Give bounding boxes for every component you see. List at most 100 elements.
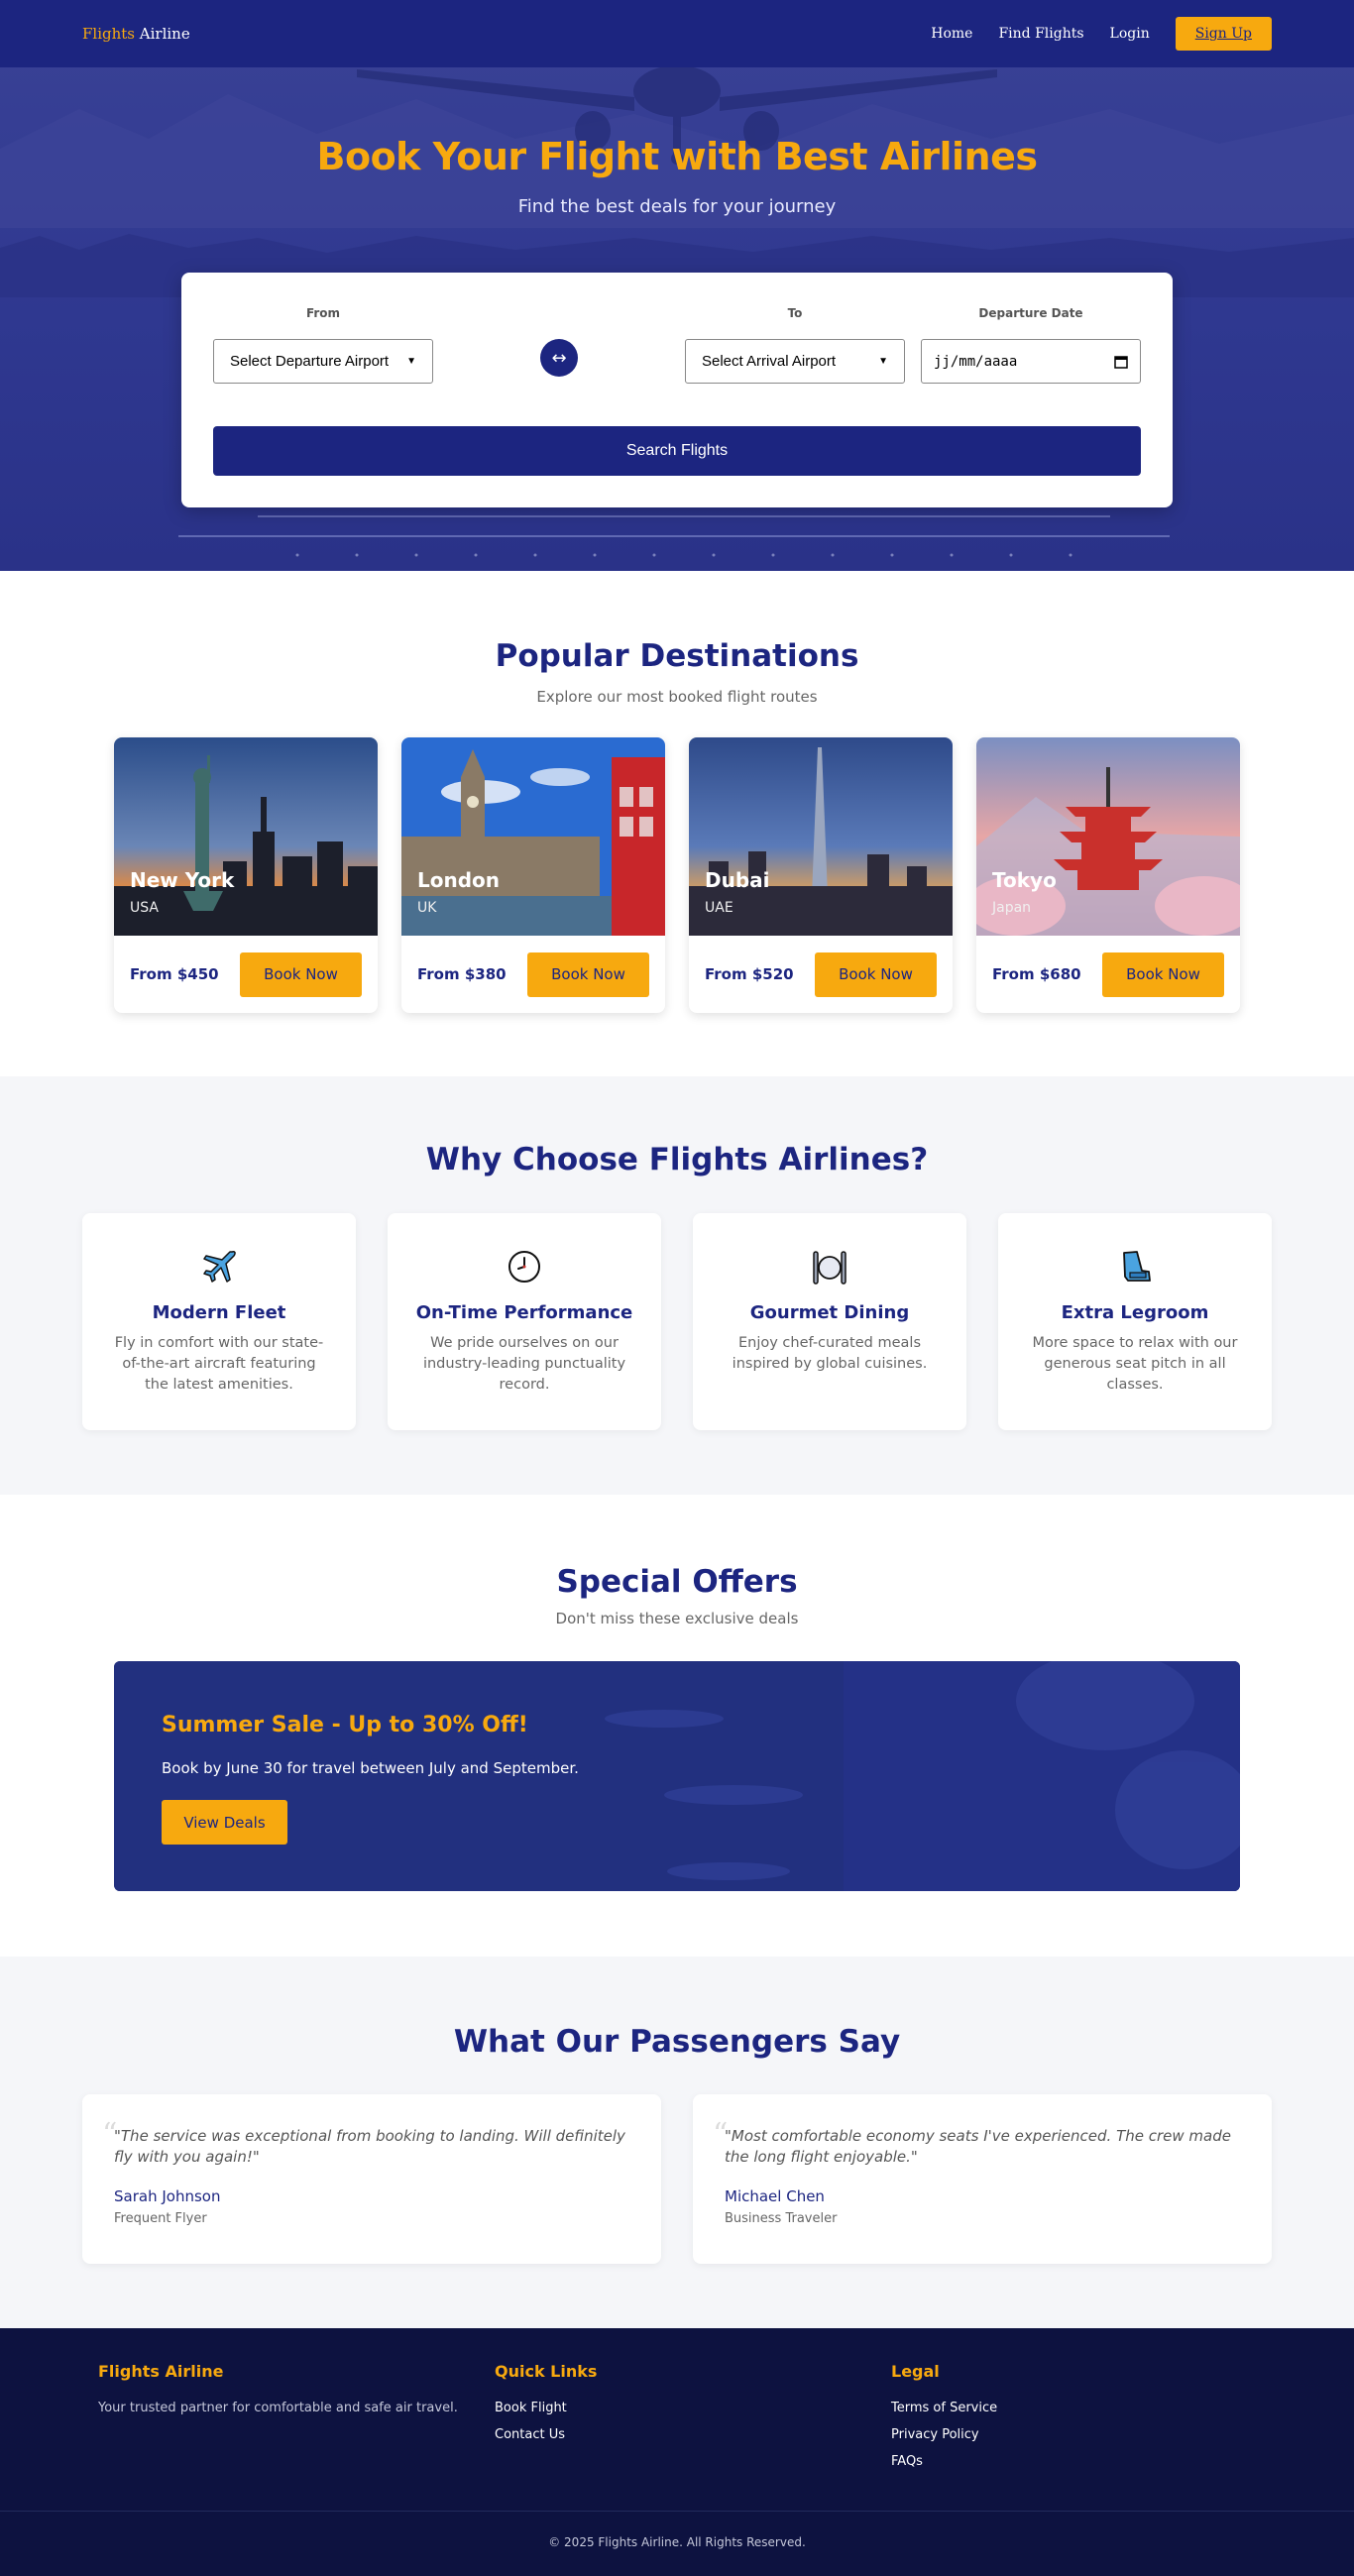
nav-find-flights-link[interactable]: Find Flights bbox=[998, 26, 1083, 42]
clock-icon bbox=[508, 1251, 540, 1283]
swap-arrows-icon: ↔ bbox=[551, 347, 567, 369]
destination-price: From $380 bbox=[417, 965, 507, 983]
quote-icon: “ bbox=[102, 2117, 118, 2152]
book-now-button[interactable]: Book Now bbox=[1102, 952, 1224, 997]
destination-country: UK bbox=[417, 900, 437, 916]
nav-home-link[interactable]: Home bbox=[931, 26, 972, 42]
footer: Flights Airline Your trusted partner for… bbox=[0, 2328, 1354, 2511]
footer-quick-links-column: Quick Links Book Flight Contact Us bbox=[495, 2362, 597, 2442]
nav-login-link[interactable]: Login bbox=[1110, 26, 1150, 42]
hero-content: Book Your Flight with Best Airlines Find… bbox=[0, 67, 1354, 217]
nav-links: Home Find Flights Login Sign Up bbox=[905, 17, 1272, 51]
calendar-icon[interactable] bbox=[1114, 355, 1128, 369]
feature-card-on-time: On-Time Performance We pride ourselves o… bbox=[388, 1213, 661, 1430]
arrival-airport-select[interactable]: Select Arrival Airport ▼ bbox=[685, 339, 905, 384]
feature-card-gourmet-dining: Gourmet Dining Enjoy chef-curated meals … bbox=[693, 1213, 966, 1430]
book-now-button[interactable]: Book Now bbox=[527, 952, 649, 997]
quote-icon: “ bbox=[713, 2117, 729, 2152]
destination-footer: From $380 Book Now bbox=[401, 936, 665, 1013]
testimonial-name: Sarah Johnson bbox=[114, 2187, 221, 2205]
top-navbar: Flights Airline Home Find Flights Login … bbox=[0, 0, 1354, 67]
footer-legal-column: Legal Terms of Service Privacy Policy FA… bbox=[891, 2362, 997, 2469]
view-deals-button[interactable]: View Deals bbox=[162, 1800, 287, 1845]
testimonials-section: What Our Passengers Say “ "The service w… bbox=[0, 1957, 1354, 2328]
search-flights-button[interactable]: Search Flights bbox=[213, 426, 1141, 476]
book-now-button[interactable]: Book Now bbox=[240, 952, 362, 997]
destinations-subtitle: Explore our most booked flight routes bbox=[536, 688, 818, 706]
copyright-bar: © 2025 Flights Airline. All Rights Reser… bbox=[0, 2511, 1354, 2576]
hero-title: Book Your Flight with Best Airlines bbox=[316, 135, 1039, 178]
chevron-down-icon: ▼ bbox=[406, 356, 416, 367]
testimonial-name: Michael Chen bbox=[725, 2187, 825, 2205]
dubai-image: Dubai UAE bbox=[689, 737, 953, 936]
footer-quick-links-heading: Quick Links bbox=[495, 2362, 598, 2381]
brand-name: Airline bbox=[135, 25, 190, 43]
feature-title: Gourmet Dining bbox=[749, 1302, 910, 1323]
swap-airports-button[interactable]: ↔ bbox=[540, 339, 578, 377]
airplane-icon bbox=[203, 1251, 236, 1283]
departure-date-value: jj/mm/aaaa bbox=[934, 353, 1018, 370]
tokyo-image: Tokyo Japan bbox=[976, 737, 1240, 936]
testimonials-title: What Our Passengers Say bbox=[453, 2024, 901, 2060]
feature-text: Enjoy chef-curated meals inspired by glo… bbox=[732, 1335, 928, 1372]
hero-subtitle: Find the best deals for your journey bbox=[517, 196, 837, 217]
footer-faqs-link[interactable]: FAQs bbox=[891, 2454, 997, 2469]
footer-brand-heading: Flights Airline bbox=[98, 2362, 224, 2381]
testimonial-card: “ "The service was exceptional from book… bbox=[82, 2094, 661, 2264]
destination-footer: From $450 Book Now bbox=[114, 936, 378, 1013]
testimonial-role: Business Traveler bbox=[725, 2211, 838, 2226]
destination-country: Japan bbox=[992, 900, 1032, 916]
destination-price: From $680 bbox=[992, 965, 1081, 983]
destination-price: From $450 bbox=[130, 965, 219, 983]
footer-brand-column: Flights Airline Your trusted partner for… bbox=[98, 2362, 458, 2415]
destination-card-tokyo: Tokyo Japan From $680 Book Now bbox=[976, 737, 1240, 1013]
departure-date-label: Departure Date bbox=[978, 306, 1083, 320]
testimonial-role: Frequent Flyer bbox=[114, 2211, 207, 2226]
why-title: Why Choose Flights Airlines? bbox=[425, 1142, 929, 1177]
feature-text: We pride ourselves on our industry-leadi… bbox=[422, 1335, 626, 1393]
feature-title: Modern Fleet bbox=[152, 1302, 286, 1323]
book-now-button[interactable]: Book Now bbox=[815, 952, 937, 997]
destination-card-new-york: New York USA From $450 Book Now bbox=[114, 737, 378, 1013]
dining-icon bbox=[813, 1251, 846, 1285]
from-label: From bbox=[305, 306, 341, 320]
destination-city: New York bbox=[130, 868, 235, 892]
destination-footer: From $680 Book Now bbox=[976, 936, 1240, 1013]
testimonial-quote: "The service was exceptional from bookin… bbox=[114, 2127, 625, 2166]
testimonials-grid: “ "The service was exceptional from book… bbox=[82, 2094, 1272, 2264]
offers-title: Special Offers bbox=[556, 1564, 798, 1600]
feature-card-extra-legroom: Extra Legroom More space to relax with o… bbox=[998, 1213, 1272, 1430]
arrival-airport-value: Select Arrival Airport bbox=[702, 353, 837, 370]
offers-subtitle: Don't miss these exclusive deals bbox=[555, 1610, 799, 1627]
footer-contact-link[interactable]: Contact Us bbox=[495, 2427, 597, 2442]
destination-city: Tokyo bbox=[992, 868, 1057, 892]
features-grid: Modern Fleet Fly in comfort with our sta… bbox=[82, 1213, 1272, 1430]
copyright-text: © 2025 Flights Airline. All Rights Reser… bbox=[548, 2535, 806, 2549]
destination-card-london: London UK From $380 Book Now bbox=[401, 737, 665, 1013]
departure-airport-select[interactable]: Select Departure Airport ▼ bbox=[213, 339, 433, 384]
flight-search-form: From Select Departure Airport ▼ ↔ To Sel… bbox=[181, 273, 1173, 507]
footer-book-flight-link[interactable]: Book Flight bbox=[495, 2401, 597, 2415]
summer-sale-banner: Summer Sale - Up to 30% Off! Book by Jun… bbox=[114, 1661, 1240, 1891]
feature-text: More space to relax with our generous se… bbox=[1032, 1335, 1238, 1393]
london-image: London UK bbox=[401, 737, 665, 936]
destination-city: Dubai bbox=[705, 868, 770, 892]
brand-logo[interactable]: Flights Airline bbox=[82, 25, 190, 43]
destinations-grid: New York USA From $450 Book Now London U… bbox=[114, 737, 1240, 1013]
departure-date-input[interactable]: jj/mm/aaaa bbox=[921, 339, 1141, 384]
chevron-down-icon: ▼ bbox=[878, 356, 888, 367]
destination-country: UAE bbox=[705, 900, 733, 916]
hero-section: Book Your Flight with Best Airlines Find… bbox=[0, 0, 1354, 571]
departure-airport-value: Select Departure Airport bbox=[230, 353, 390, 370]
brand-accent: Flights bbox=[82, 25, 135, 43]
offer-text: Book by June 30 for travel between July … bbox=[162, 1759, 579, 1777]
signup-button[interactable]: Sign Up bbox=[1175, 17, 1272, 51]
footer-terms-link[interactable]: Terms of Service bbox=[891, 2401, 997, 2415]
offer-title: Summer Sale - Up to 30% Off! bbox=[162, 1713, 528, 1737]
footer-privacy-link[interactable]: Privacy Policy bbox=[891, 2427, 997, 2442]
feature-title: Extra Legroom bbox=[1061, 1302, 1209, 1323]
special-offers-section: Special Offers Don't miss these exclusiv… bbox=[0, 1495, 1354, 1957]
destinations-title: Popular Destinations bbox=[495, 638, 859, 674]
testimonial-card: “ "Most comfortable economy seats I've e… bbox=[693, 2094, 1272, 2264]
footer-brand-text: Your trusted partner for comfortable and… bbox=[98, 2401, 458, 2415]
